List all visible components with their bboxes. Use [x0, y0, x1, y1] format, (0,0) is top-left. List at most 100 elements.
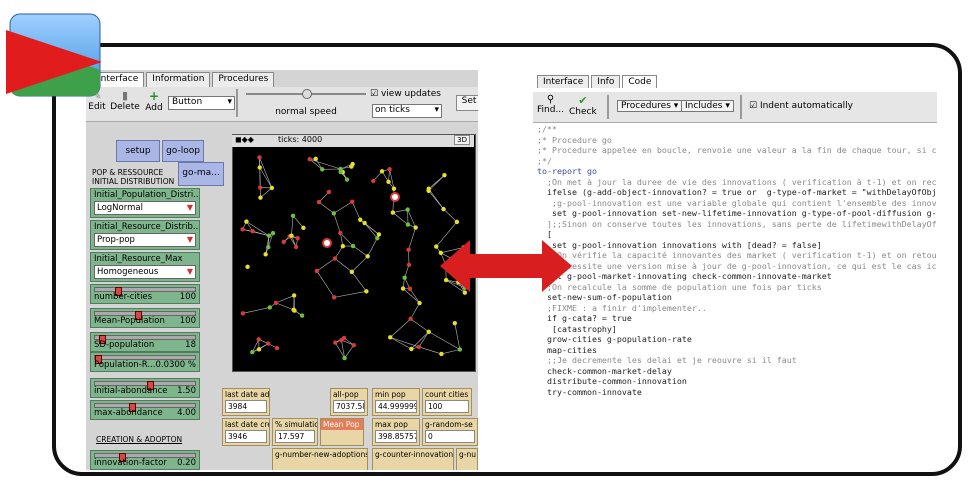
view-controls-icon[interactable]: ◼◆◆	[235, 135, 254, 144]
delete-button[interactable]: ▮ Delete	[110, 89, 140, 112]
find-button[interactable]: ⚲ Find...	[537, 94, 564, 115]
tab-information[interactable]: Information	[146, 72, 211, 87]
pop-resource-label: POP & RESSOURCE	[92, 168, 164, 177]
city-node	[314, 268, 320, 274]
city-node	[256, 337, 261, 342]
city-node	[307, 157, 312, 162]
city-node	[417, 300, 422, 306]
tab-code[interactable]: Code	[622, 75, 658, 88]
monitor-g-number-new-adoptions: g-number-new-adoptions	[272, 448, 368, 470]
monitor-name: min pop	[375, 390, 406, 399]
city-node	[442, 173, 447, 178]
network-edge	[351, 201, 361, 220]
includes-menu[interactable]: Includes ▾	[681, 100, 734, 112]
toolbar-divider	[607, 95, 609, 119]
city-node	[338, 166, 343, 172]
network-edge	[428, 331, 460, 350]
city-node	[273, 300, 279, 306]
monitor-max-pop: max pop398.857576	[372, 418, 420, 446]
add-button[interactable]: + Add	[144, 89, 164, 113]
setup-button[interactable]: setup	[116, 140, 160, 162]
monitor-value: 3984	[225, 400, 267, 413]
city-node	[250, 229, 255, 234]
city-node	[257, 155, 262, 160]
code-toolbar: ⚲ Find... ✔ Check Procedures ▾ Includes …	[533, 92, 937, 123]
go-ma-button[interactable]: go-ma...	[178, 162, 224, 186]
city-node	[406, 262, 412, 267]
slider-value: 18	[185, 340, 196, 350]
code-line: ifelse (g-add-object-innovation? = true …	[537, 187, 937, 197]
monitor-mean-pop[interactable]: Mean Pop	[320, 418, 364, 446]
code-line: distribute-common-innovation	[537, 376, 687, 386]
go-loop-button[interactable]: go-loop	[162, 140, 204, 162]
slider-name: SD-population	[94, 340, 155, 350]
checkbox-checked-icon: ☑	[749, 101, 758, 111]
network-edge	[333, 213, 341, 234]
slider-number-cities[interactable]: number-cities 100	[90, 284, 200, 304]
speed-slider-knob[interactable]	[302, 89, 312, 99]
creation-adoption-label: CREATION & ADOPTON	[96, 435, 183, 444]
slider-value: 1.50	[177, 386, 196, 396]
slider-population-rate[interactable]: Population-R... 0.0300 %	[90, 352, 200, 372]
tab-interface[interactable]: Interface	[537, 75, 590, 88]
tab-info[interactable]: Info	[591, 75, 621, 88]
chooser-resource-max[interactable]: Initial_Resource_Max Homogeneous ▼	[90, 252, 200, 282]
network-edge	[333, 201, 353, 214]
code-line: ;g-pool-innovation est une variable glob…	[537, 197, 937, 208]
3d-button[interactable]: 3D	[454, 135, 470, 145]
slider-value: 100	[179, 316, 196, 326]
slider-name: Mean-Population	[94, 316, 165, 326]
code-line: set g-pool-innovation set-new-lifetime-i…	[537, 208, 937, 218]
city-node	[313, 156, 318, 162]
code-editor[interactable]: ;/** ;* Procedure go ;* Procedure appelee …	[537, 124, 937, 470]
widget-type-select[interactable]: Button ▾	[168, 96, 235, 110]
city-node	[349, 269, 355, 275]
network-edge	[364, 222, 378, 239]
city-node	[289, 233, 294, 238]
slider-innovation-factor[interactable]: innovation-factor 0.20	[90, 450, 200, 470]
monitor-name: g-nu	[459, 450, 476, 459]
chooser-initial-resource[interactable]: Initial_Resource_Distrib... Prop-pop ▼	[90, 220, 200, 250]
network-edge	[351, 256, 368, 273]
speed-slider[interactable]	[246, 89, 366, 99]
city-node	[290, 213, 296, 218]
slider-initial-abondance[interactable]: initial-abondance 1.50	[90, 378, 200, 398]
check-label: Check	[569, 107, 597, 117]
settings-button[interactable]: Set	[456, 95, 478, 111]
slider-name: innovation-factor	[94, 458, 167, 468]
city-node	[331, 211, 337, 216]
code-line: ;FIXME : a finir d'implementer..	[537, 302, 707, 313]
procedures-menu[interactable]: Procedures ▾	[617, 100, 683, 112]
chevron-down-icon: ▾	[227, 97, 232, 107]
monitor-g-counter-innovation: g-counter-innovation	[372, 448, 454, 470]
monitor-name: % simulatio	[275, 420, 318, 429]
city-node	[344, 177, 350, 182]
monitor-value: 3946	[225, 430, 267, 443]
slider-value: 0.20	[177, 458, 196, 468]
slider-mean-population[interactable]: Mean-Population 100	[90, 308, 200, 328]
indent-automatically-checkbox[interactable]: ☑ Indent automatically	[749, 101, 853, 111]
initial-distribution-label: INITIAL DISTRIBUTION	[92, 177, 175, 186]
network-edge	[392, 209, 408, 213]
city-node	[379, 169, 385, 174]
monitor-name: count cities	[425, 390, 469, 399]
city-node	[326, 189, 332, 195]
network-edge	[428, 175, 445, 192]
tab-procedures[interactable]: Procedures	[212, 72, 275, 87]
chooser-initial-population[interactable]: Initial_Population_Distri... LogNormal ▼	[90, 188, 200, 218]
procedures-label: Procedures	[621, 101, 671, 111]
monitor-name: last date ad	[225, 390, 270, 399]
chooser-name: Initial_Resource_Distrib...	[94, 222, 199, 232]
monitor-name: max pop	[375, 420, 408, 429]
update-mode-select[interactable]: on ticks ▾	[372, 104, 442, 118]
slider-max-abondance[interactable]: max-abondance 4.00	[90, 400, 200, 420]
monitor-name: g-number-new-adoptions	[275, 450, 368, 459]
network-edge	[316, 270, 335, 298]
slider-sd-population[interactable]: SD-population 18	[90, 332, 200, 352]
view-updates-checkbox[interactable]: ☑ view updates	[370, 89, 442, 99]
network-edge	[408, 227, 416, 250]
city-node	[267, 305, 272, 310]
check-button[interactable]: ✔ Check	[569, 94, 597, 117]
network-edge	[316, 258, 336, 272]
city-node	[320, 167, 325, 172]
